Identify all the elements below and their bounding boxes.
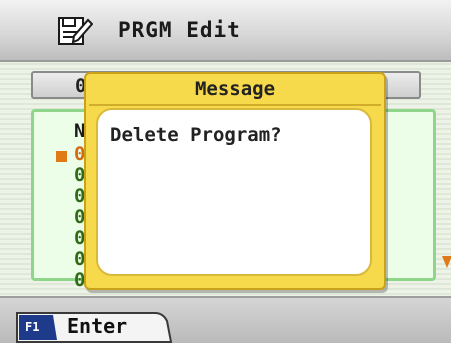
message-dialog: Message Delete Program? (84, 72, 386, 290)
scroll-down-arrow-icon (442, 256, 451, 268)
selection-cursor-icon (56, 151, 67, 162)
dialog-divider (89, 104, 381, 106)
title-bar: PRGM Edit (0, 0, 451, 62)
dialog-title: Message (194, 78, 276, 100)
dialog-message: Delete Program? (110, 124, 282, 146)
softkey-bar: F1 Enter (0, 296, 451, 343)
f1-key-badge: F1 (25, 320, 40, 334)
dialog-body: Delete Program? (96, 108, 372, 276)
enter-button[interactable]: F1 Enter (15, 311, 173, 343)
program-edit-icon (58, 17, 93, 45)
calculator-screen: PRGM Edit 0 N 0 0 0 0 0 0 0 F1 Enter Mes… (0, 0, 451, 343)
enter-button-label: Enter (67, 314, 128, 338)
page-title: PRGM Edit (118, 18, 241, 42)
